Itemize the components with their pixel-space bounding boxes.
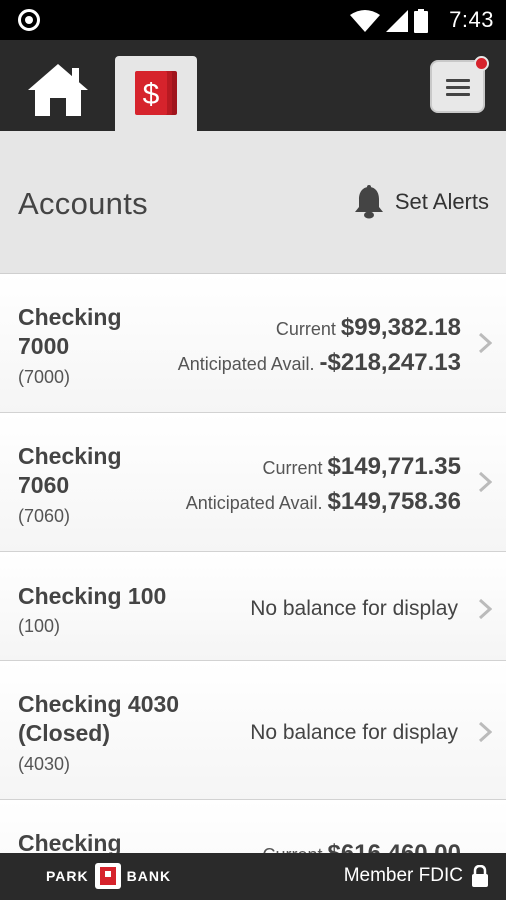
account-number: (4030) — [18, 754, 71, 774]
chevron-right-icon — [478, 598, 492, 620]
status-bar: 7:43 — [0, 0, 506, 40]
account-row[interactable]: Checking 7000 (7000) Current $99,382.18 An… — [0, 274, 506, 413]
current-balance: Current$616,460.00 — [263, 840, 462, 853]
anticipated-balance: Anticipated Avail. -$218,247.13 — [177, 349, 461, 376]
accounts-list: Checking 7000 (7000) Current $99,382.18 An… — [0, 274, 506, 853]
notification-circle-icon — [18, 9, 40, 31]
hamburger-menu-icon — [446, 79, 470, 100]
no-balance-text: No balance for display — [250, 597, 458, 620]
top-nav-bar: $ — [0, 40, 506, 131]
park-bank-logo: PARK BANK — [46, 863, 171, 889]
system-icons — [350, 9, 428, 33]
account-number: (7060) — [18, 506, 71, 526]
wifi-icon — [350, 10, 380, 32]
page-title: Accounts — [18, 186, 148, 221]
footer: PARK BANK Member FDIC — [0, 853, 506, 900]
lock-icon — [472, 865, 488, 887]
account-name: Checking 100 — [18, 583, 167, 609]
bell-icon — [354, 185, 383, 219]
status-time: 7:43 — [449, 7, 494, 32]
account-row[interactable]: Checking 7060 (7060) Current $149,771.35 A… — [0, 413, 506, 552]
account-row[interactable]: Checking 100 (100) No balance for displa… — [0, 552, 506, 661]
signal-icon — [386, 10, 408, 32]
current-balance: Current $149,771.35 — [262, 453, 462, 480]
current-balance: Current $99,382.18 — [275, 314, 461, 341]
park-bank-logo-icon — [94, 863, 121, 889]
home-icon — [28, 64, 88, 116]
account-name: Checking — [18, 830, 122, 853]
account-row[interactable]: Checking Current$616,460.00 — [0, 800, 506, 853]
no-balance-text: No balance for display — [250, 721, 458, 744]
anticipated-balance: Anticipated Avail. $149,758.36 — [185, 488, 461, 515]
page-header: Accounts Set Alerts — [0, 131, 506, 274]
chevron-right-icon — [478, 721, 492, 743]
home-button[interactable] — [26, 62, 90, 118]
account-name: Checking 4030 (Closed) — [18, 691, 180, 746]
chevron-right-icon — [478, 471, 492, 493]
account-number: (7000) — [18, 367, 71, 387]
notification-badge — [474, 56, 489, 71]
set-alerts-button[interactable]: Set Alerts — [353, 185, 489, 219]
account-name: Checking 7000 — [18, 304, 122, 359]
set-alerts-label: Set Alerts — [394, 189, 489, 214]
account-row[interactable]: Checking 4030 (Closed) (4030) No balance … — [0, 661, 506, 800]
chevron-right-icon — [478, 332, 492, 354]
menu-button[interactable] — [430, 56, 489, 113]
battery-icon — [414, 9, 428, 33]
svg-text:$: $ — [143, 78, 160, 111]
account-name: Checking 7060 — [18, 443, 122, 498]
dollar-cards-icon: $ — [135, 71, 177, 115]
account-number: (100) — [18, 616, 61, 636]
member-fdic: Member FDIC — [344, 865, 489, 887]
tab-accounts[interactable]: $ — [115, 56, 197, 131]
